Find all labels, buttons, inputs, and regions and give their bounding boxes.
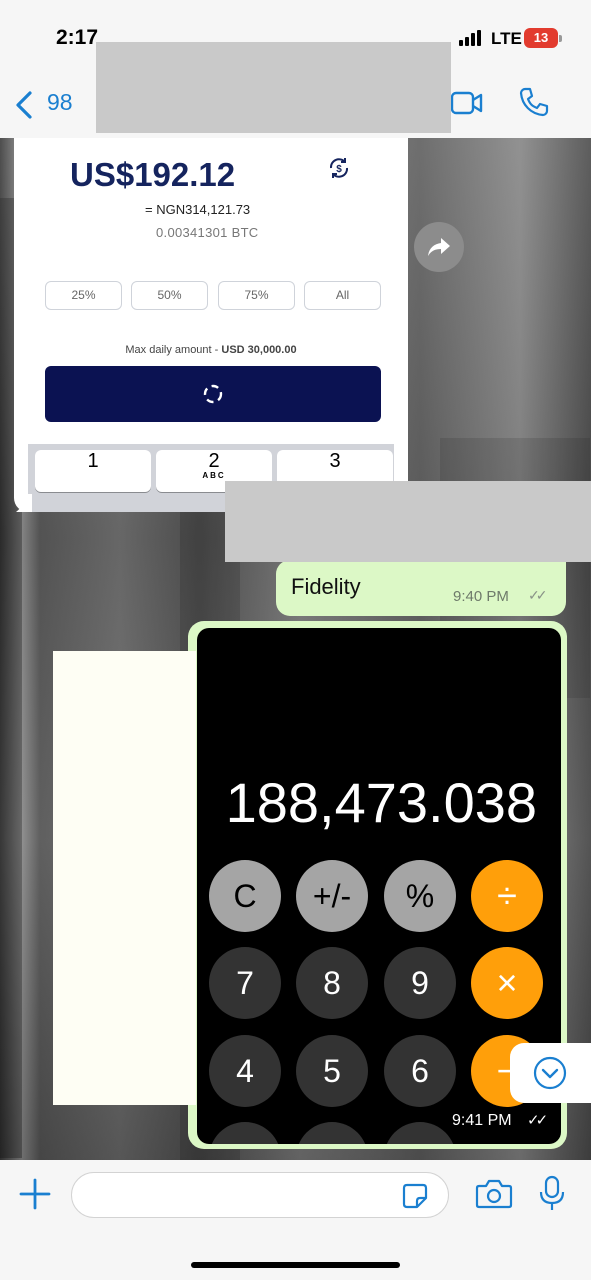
- back-chevron-icon[interactable]: [14, 90, 34, 120]
- key-2-digit: 2: [208, 450, 220, 472]
- sticker-icon[interactable]: [402, 1183, 428, 1209]
- loading-spinner-icon: [203, 384, 223, 404]
- sent-message-bubble[interactable]: Fidelity 9:40 PM ✓✓: [276, 560, 566, 616]
- status-time: 2:17: [56, 26, 99, 49]
- calculator-display: 188,473.038: [225, 771, 537, 834]
- home-indicator: [191, 1262, 400, 1268]
- calc-clear-key: C: [209, 860, 281, 932]
- video-call-icon[interactable]: [450, 90, 484, 116]
- scroll-to-bottom-button[interactable]: [510, 1043, 591, 1103]
- unread-count[interactable]: 98: [47, 89, 73, 116]
- forward-button[interactable]: [414, 222, 464, 272]
- percent-all-button[interactable]: All: [304, 281, 381, 310]
- signal-icon: [459, 30, 485, 46]
- max-daily-amount: Max daily amount - USD 30,000.00: [14, 344, 408, 356]
- message-input[interactable]: [71, 1172, 449, 1218]
- calc-percent-key: %: [384, 860, 456, 932]
- read-receipt-icon: ✓✓: [528, 587, 548, 603]
- forward-arrow-icon: [428, 238, 450, 256]
- svg-text:$: $: [336, 164, 342, 175]
- message-input-bar: [0, 1160, 591, 1280]
- battery-cap: [559, 35, 562, 42]
- calc-1-key: [209, 1122, 281, 1144]
- phone-call-icon[interactable]: [518, 86, 550, 118]
- confirm-button[interactable]: [45, 366, 381, 422]
- calc-divide-key: ÷: [471, 860, 543, 932]
- calc-8-key: 8: [296, 947, 368, 1019]
- calc-4-key: 4: [209, 1035, 281, 1107]
- calc-message-time: 9:41 PM: [452, 1112, 512, 1129]
- calc-6-key: 6: [384, 1035, 456, 1107]
- key-2-letters: ABC: [202, 471, 226, 480]
- percent-25-button[interactable]: 25%: [45, 281, 122, 310]
- key-3-digit: 3: [329, 450, 341, 472]
- redacted-message-content: [225, 481, 591, 562]
- ngn-amount: = NGN314,121.73: [145, 202, 251, 217]
- calc-2-key: [296, 1122, 368, 1144]
- transaction-screenshot-bubble[interactable]: US$192.12 $ = NGN314,121.73 0.00341301 B…: [14, 138, 408, 512]
- network-type: LTE: [491, 29, 522, 48]
- percent-75-button[interactable]: 75%: [218, 281, 295, 310]
- calc-5-key: 5: [296, 1035, 368, 1107]
- message-time: 9:40 PM: [453, 588, 509, 605]
- message-text: Fidelity: [291, 574, 361, 599]
- btc-amount: 0.00341301 BTC: [156, 225, 259, 240]
- battery-level: 13: [533, 30, 549, 45]
- max-daily-value: USD 30,000.00: [221, 344, 297, 356]
- calc-sign-key: +/-: [296, 860, 368, 932]
- calc-9-key: 9: [384, 947, 456, 1019]
- blank-paper-overlay: [53, 651, 196, 1105]
- calc-3-key: [384, 1122, 456, 1144]
- redacted-contact-name: [96, 42, 451, 133]
- key-1-digit: 1: [87, 450, 99, 472]
- calc-read-receipt-icon: ✓✓: [527, 1112, 548, 1129]
- battery-icon: 13: [524, 28, 558, 48]
- max-daily-label: Max daily amount -: [125, 344, 222, 356]
- microphone-icon[interactable]: [538, 1175, 566, 1213]
- plus-icon[interactable]: [18, 1177, 52, 1211]
- chevron-down-icon: [533, 1056, 567, 1090]
- usd-amount: US$192.12: [70, 156, 236, 193]
- camera-icon[interactable]: [475, 1178, 513, 1210]
- bubble-tail: [16, 494, 32, 512]
- percent-50-button[interactable]: 50%: [131, 281, 208, 310]
- calculator-screenshot[interactable]: 188,473.038 C +/- % ÷ 7 8 9 × 4 5 6 − 9:…: [197, 628, 561, 1144]
- calc-7-key: 7: [209, 947, 281, 1019]
- currency-swap-icon: $: [329, 158, 349, 178]
- calc-multiply-key: ×: [471, 947, 543, 1019]
- key-1[interactable]: 1: [35, 450, 151, 492]
